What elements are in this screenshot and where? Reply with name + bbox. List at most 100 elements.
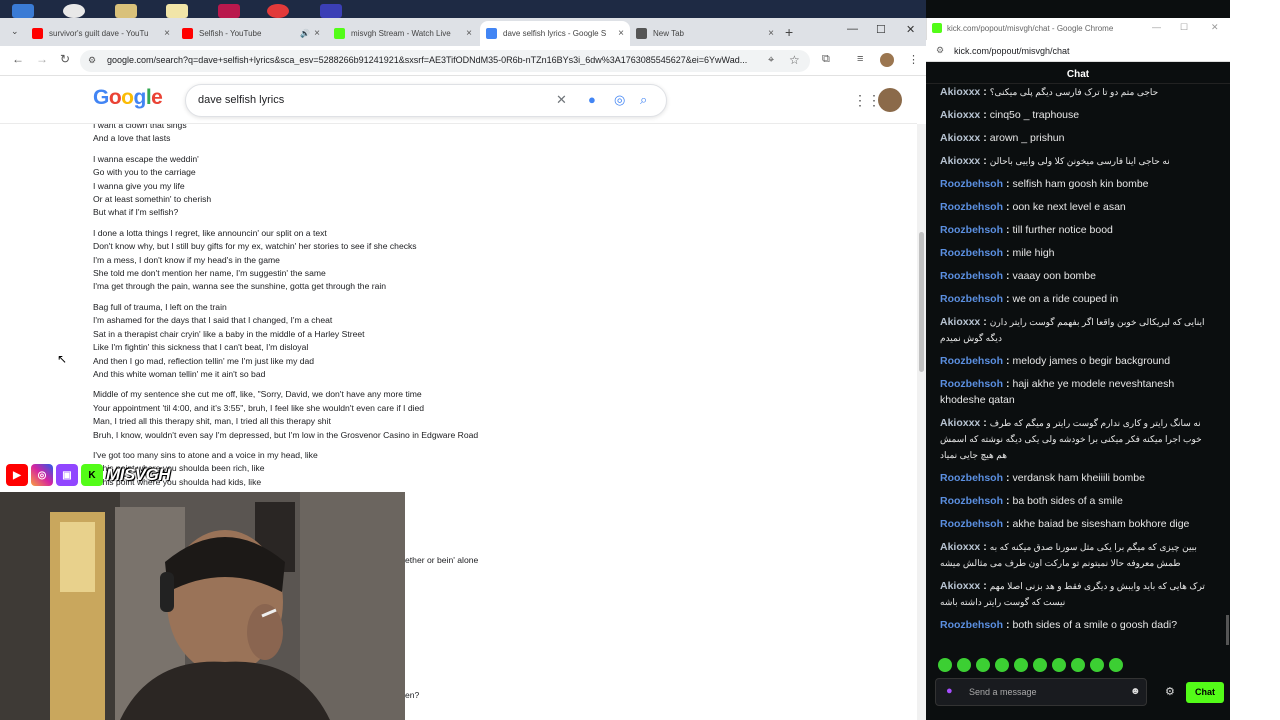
lyrics-line: Bag full of trauma, I left on the train xyxy=(93,301,227,312)
maximize-icon[interactable]: ☐ xyxy=(876,23,886,36)
emote-icon[interactable] xyxy=(957,658,971,672)
search-icon[interactable]: ⌕ xyxy=(640,92,647,108)
emoji-icon[interactable]: ☻ xyxy=(1130,686,1141,697)
close-window-icon[interactable]: ✕ xyxy=(906,23,915,36)
desktop-icon[interactable] xyxy=(267,4,289,18)
chat-separator: : xyxy=(983,580,987,592)
location-icon[interactable]: ⌖ xyxy=(768,54,774,67)
chat-username[interactable]: Akioxxx xyxy=(940,155,980,167)
chat-username[interactable]: Akioxxx xyxy=(940,109,980,121)
settings-gear-icon[interactable]: ⚙ xyxy=(1165,685,1175,698)
chat-input-box[interactable] xyxy=(935,678,1147,706)
scrollbar-thumb[interactable] xyxy=(919,232,924,372)
desktop-icon[interactable] xyxy=(63,4,85,18)
chat-username[interactable]: Roozbehsoh xyxy=(940,619,1003,631)
site-info-icon[interactable]: ⚙ xyxy=(936,45,944,56)
minimize-icon[interactable]: — xyxy=(1152,22,1161,32)
close-tab-icon[interactable]: × xyxy=(466,28,472,39)
chat-message: Roozbehsoh: till further notice bood xyxy=(940,222,1210,238)
desktop-icon[interactable] xyxy=(166,4,188,18)
tab-2[interactable]: Selfish - YouTube 🔊 × xyxy=(176,21,326,46)
microphone-icon[interactable]: ● xyxy=(946,685,953,697)
chat-scrollbar[interactable] xyxy=(1226,615,1229,645)
clear-icon[interactable]: ✕ xyxy=(556,92,567,108)
chat-username[interactable]: Roozbehsoh xyxy=(940,224,1003,236)
chat-username[interactable]: Akioxxx xyxy=(940,541,980,553)
tab-5[interactable]: New Tab × xyxy=(630,21,780,46)
lyrics-line: Man, I tried all this therapy shit, man,… xyxy=(93,416,331,427)
emote-icon[interactable] xyxy=(1052,658,1066,672)
chat-username[interactable]: Roozbehsoh xyxy=(940,270,1003,282)
lyrics-line: ...this point where you shoulda had kids… xyxy=(93,476,262,487)
chat-message: Akioxxx: اینایی که لیریکالی خوبن واقعا اگ… xyxy=(940,314,1210,346)
new-tab-button[interactable]: + xyxy=(785,24,793,40)
chat-input[interactable]: Send a message xyxy=(969,687,1037,697)
chat-message: Roozbehsoh: haji akhe ye modele neveshtan… xyxy=(940,376,1210,408)
emote-icon[interactable] xyxy=(1014,658,1028,672)
emote-icon[interactable] xyxy=(1033,658,1047,672)
chat-url[interactable]: kick.com/popout/misvgh/chat xyxy=(954,46,1070,56)
chat-message: Roozbehsoh: mile high xyxy=(940,245,1210,261)
chat-username[interactable]: Akioxxx xyxy=(940,580,980,592)
back-arrow-icon[interactable]: ← xyxy=(12,52,24,66)
tab-1[interactable]: survivor's guilt dave - YouTu × xyxy=(26,21,176,46)
send-chat-button[interactable]: Chat xyxy=(1186,682,1224,703)
emote-icon[interactable] xyxy=(976,658,990,672)
search-input[interactable]: dave selfish lyrics xyxy=(198,94,284,106)
desktop-icon[interactable] xyxy=(12,4,34,18)
chat-username[interactable]: Roozbehsoh xyxy=(940,495,1003,507)
maximize-icon[interactable]: ☐ xyxy=(1180,22,1188,33)
chat-header: Chat xyxy=(926,62,1230,84)
audio-icon[interactable]: 🔊 xyxy=(300,29,310,38)
emote-icon[interactable] xyxy=(938,658,952,672)
tab-search-chevron-icon[interactable]: ⌄ xyxy=(11,26,19,37)
close-tab-icon[interactable]: × xyxy=(314,28,320,39)
close-tab-icon[interactable]: × xyxy=(768,28,774,39)
chat-username[interactable]: Roozbehsoh xyxy=(940,178,1003,190)
close-tab-icon[interactable]: × xyxy=(164,28,170,39)
chat-username[interactable]: Akioxxx xyxy=(940,86,980,98)
close-tab-icon[interactable]: × xyxy=(618,28,624,39)
site-info-icon[interactable]: ⚙ xyxy=(88,55,96,66)
page-scrollbar[interactable] xyxy=(917,124,926,720)
desktop-icon[interactable] xyxy=(115,4,137,18)
chat-message: Roozbehsoh: ba both sides of a smile xyxy=(940,493,1210,509)
chat-username[interactable]: Akioxxx xyxy=(940,417,980,429)
lyrics-line: She told me don't mention her name, I'm … xyxy=(93,268,326,279)
close-window-icon[interactable]: ✕ xyxy=(1211,22,1219,33)
account-avatar[interactable] xyxy=(878,88,902,112)
chat-username[interactable]: Roozbehsoh xyxy=(940,518,1003,530)
extensions-icon[interactable]: ⧉ xyxy=(822,53,830,66)
voice-search-icon[interactable]: ● xyxy=(588,92,596,107)
kick-icon xyxy=(334,28,345,39)
tab-4[interactable]: dave selfish lyrics - Google S × xyxy=(480,21,630,46)
chat-username[interactable]: Akioxxx xyxy=(940,316,980,328)
emote-icon[interactable] xyxy=(1071,658,1085,672)
chat-username[interactable]: Akioxxx xyxy=(940,132,980,144)
menu-kebab-icon[interactable]: ⋮ xyxy=(908,53,919,66)
chat-username[interactable]: Roozbehsoh xyxy=(940,472,1003,484)
forward-arrow-icon[interactable]: → xyxy=(36,52,48,66)
lens-icon[interactable]: ◎ xyxy=(614,92,625,108)
chat-text: verdansk ham kheiiili bombe xyxy=(1012,472,1145,484)
profile-avatar[interactable] xyxy=(880,53,894,67)
desktop-icon[interactable] xyxy=(320,4,342,18)
emote-icon[interactable] xyxy=(1090,658,1104,672)
tab-3[interactable]: misvgh Stream - Watch Live × xyxy=(328,21,478,46)
desktop-background xyxy=(1230,0,1280,720)
bookmark-star-icon[interactable]: ☆ xyxy=(789,53,800,67)
chat-username[interactable]: Roozbehsoh xyxy=(940,355,1003,367)
chat-username[interactable]: Roozbehsoh xyxy=(940,293,1003,305)
chat-username[interactable]: Roozbehsoh xyxy=(940,201,1003,213)
desktop-icon[interactable] xyxy=(218,4,240,18)
google-logo[interactable]: Google xyxy=(93,86,163,110)
emote-icon[interactable] xyxy=(995,658,1009,672)
chat-username[interactable]: Roozbehsoh xyxy=(940,378,1003,390)
minimize-icon[interactable]: — xyxy=(847,23,858,35)
emote-icon[interactable] xyxy=(1109,658,1123,672)
lyrics-line: I done a lotta things I regret, like ann… xyxy=(93,227,327,238)
url-text[interactable]: google.com/search?q=dave+selfish+lyrics&… xyxy=(107,55,757,65)
chat-username[interactable]: Roozbehsoh xyxy=(940,247,1003,259)
reading-list-icon[interactable]: ≡ xyxy=(857,53,863,65)
reload-icon[interactable]: ↻ xyxy=(60,52,70,66)
